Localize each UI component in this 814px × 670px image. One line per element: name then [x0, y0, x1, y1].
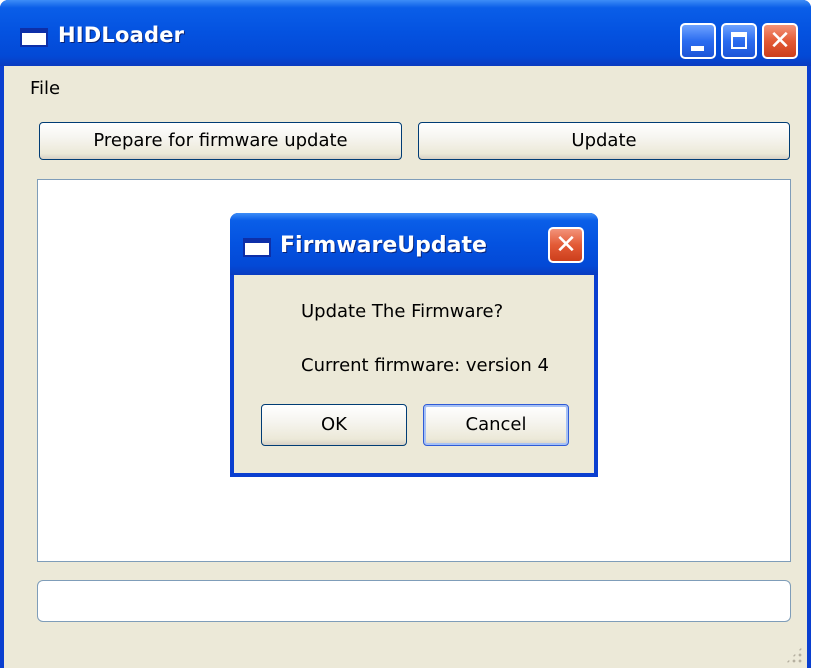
dialog-title: FirmwareUpdate [280, 233, 487, 258]
window-title: HIDLoader [58, 23, 185, 47]
ok-button[interactable]: OK [261, 404, 407, 446]
dialog-body: Update The Firmware? Current firmware: v… [234, 275, 594, 473]
maximize-icon [731, 32, 747, 49]
minimize-button[interactable] [680, 23, 716, 59]
menu-file[interactable]: File [30, 78, 60, 99]
resize-grip-icon[interactable] [785, 646, 803, 664]
update-button[interactable]: Update [418, 122, 790, 160]
dialog-window-icon [243, 238, 271, 257]
menu-bar: File [4, 66, 807, 110]
close-icon: ✕ [555, 230, 577, 260]
minimize-icon [691, 46, 704, 51]
maximize-button[interactable] [721, 23, 757, 59]
dialog-close-button[interactable]: ✕ [548, 227, 584, 263]
dialog-title-bar[interactable]: FirmwareUpdate ✕ [230, 213, 598, 275]
prepare-firmware-update-button[interactable]: Prepare for firmware update [39, 122, 402, 160]
current-version-text: Current firmware: version 4 [301, 355, 550, 376]
close-icon: ✕ [769, 26, 791, 56]
status-field[interactable] [37, 580, 791, 622]
cancel-button[interactable]: Cancel [423, 404, 569, 446]
close-button[interactable]: ✕ [762, 23, 798, 59]
app-window-icon [20, 28, 48, 47]
dialog-question: Update The Firmware? [301, 301, 504, 322]
title-bar[interactable]: HIDLoader ✕ [0, 0, 811, 66]
firmware-update-dialog: FirmwareUpdate ✕ Update The Firmware? Cu… [230, 213, 598, 477]
